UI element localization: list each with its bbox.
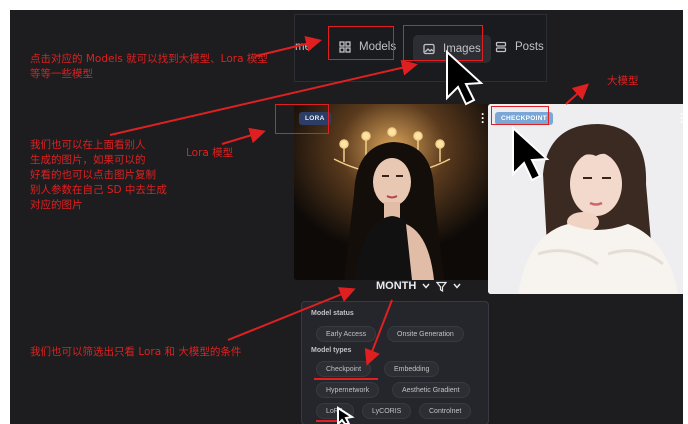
chip-lora[interactable]: LoRA — [316, 403, 354, 419]
screenshot-stage: me Models Images Posts LORA · · · CHECKP… — [10, 10, 683, 424]
highlight-checkpoint-badge — [491, 106, 549, 125]
checkpoint-portrait-image — [488, 104, 683, 294]
chevron-down-icon — [453, 283, 461, 289]
nav-home-label: me — [295, 41, 311, 53]
underline-checkpoint — [314, 378, 378, 380]
chip-early-access[interactable]: Early Access — [316, 326, 377, 342]
card-menu-icon[interactable]: ··· — [680, 108, 683, 128]
chip-embedding[interactable]: Embedding — [384, 361, 440, 377]
highlight-models — [328, 26, 394, 60]
annotation-models-note: 点击对应的 Models 就可以找到大模型、Lora 模型 等等一些模型 — [30, 53, 268, 80]
model-status-title: Model status — [311, 310, 354, 317]
model-types-title: Model types — [311, 347, 352, 354]
card-menu-icon[interactable]: ··· — [481, 108, 485, 128]
highlight-images — [403, 25, 483, 61]
chip-onsite-generation[interactable]: Onsite Generation — [387, 326, 464, 342]
underline-lora — [316, 420, 346, 422]
nav-posts-label: Posts — [515, 41, 544, 53]
chip-aesthetic-gradient[interactable]: Aesthetic Gradient — [392, 382, 470, 398]
highlight-lora-badge — [275, 104, 329, 134]
filter-icon[interactable] — [436, 281, 448, 292]
chevron-down-icon — [422, 283, 430, 289]
chip-lycoris[interactable]: LyCORIS — [362, 403, 412, 419]
nav-posts[interactable]: Posts — [495, 41, 544, 53]
annotation-lora-model: Lora 模型 — [186, 147, 234, 159]
chip-hypernetwork[interactable]: Hypernetwork — [316, 382, 380, 398]
annotation-filter-note: 我们也可以筛选出只看 Lora 和 大模型的条件 — [30, 346, 242, 358]
filter-panel: Model status Early Access Onsite Generat… — [301, 301, 489, 424]
chip-checkpoint[interactable]: Checkpoint — [316, 361, 372, 377]
chip-controlnet[interactable]: Controlnet — [419, 403, 472, 419]
period-label: MONTH — [376, 280, 417, 292]
annotation-images-note: 我们也可以在上面看别人 生成的图片，如果可以的 好看的也可以点击图片复制 别人参… — [30, 139, 167, 211]
posts-icon — [495, 41, 507, 53]
image-card-checkpoint[interactable]: CHECKPOINT ··· — [488, 104, 683, 294]
period-selector[interactable]: MONTH — [376, 280, 461, 292]
nav-home[interactable]: me — [295, 41, 311, 53]
annotation-big-model: 大模型 — [607, 75, 639, 87]
